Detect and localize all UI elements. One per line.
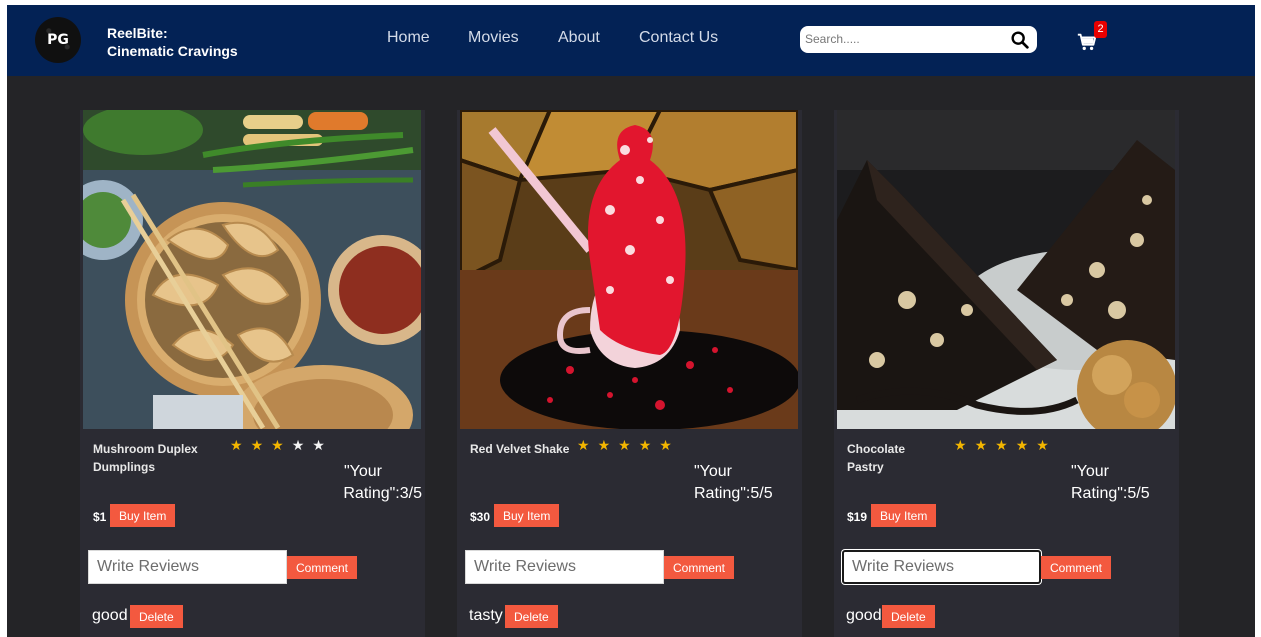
cart-count-badge: 2 (1094, 21, 1107, 38)
product-card: Mushroom Duplex Dumplings ★★★★★ "Your Ra… (80, 110, 425, 637)
star-icon-filled[interactable]: ★ (271, 438, 292, 454)
star-icon-filled[interactable]: ★ (577, 438, 598, 454)
search-icon[interactable] (1009, 29, 1031, 51)
star-icon-filled[interactable]: ★ (251, 438, 272, 454)
star-icon-empty[interactable]: ★ (312, 438, 333, 454)
star-icon-filled[interactable]: ★ (659, 438, 680, 454)
rating-line-2: Rating":5/5 (694, 485, 773, 502)
comment-button[interactable]: Comment (664, 556, 735, 579)
product-price: $30 (470, 510, 491, 524)
product-image-dumplings (83, 110, 421, 429)
star-rating[interactable]: ★★★★★ (577, 438, 680, 454)
product-price: $1 (93, 510, 107, 524)
brand-line-1: ReelBite: (107, 25, 168, 41)
product-name: Chocolate Pastry (847, 442, 906, 474)
delete-review-button[interactable]: Delete (882, 605, 935, 628)
review-input[interactable] (842, 550, 1041, 584)
star-icon-filled[interactable]: ★ (1036, 438, 1057, 454)
brand-line-2: Cinematic Cravings (107, 43, 238, 59)
rating-line-2: Rating":5/5 (1071, 485, 1150, 502)
cart-button[interactable]: 2 (1076, 21, 1112, 57)
star-icon-filled[interactable]: ★ (995, 438, 1016, 454)
comment-button[interactable]: Comment (287, 556, 358, 579)
star-icon-empty[interactable]: ★ (292, 438, 313, 454)
star-icon-filled[interactable]: ★ (230, 438, 251, 454)
star-rating[interactable]: ★★★★★ (230, 438, 333, 454)
review-input[interactable] (465, 550, 664, 584)
nav-movies[interactable]: Movies (468, 29, 519, 47)
your-rating: "Your Rating":5/5 (1034, 461, 1176, 505)
comment-button[interactable]: Comment (1041, 556, 1112, 579)
logo-text: PG (47, 32, 69, 48)
product-price: $19 (847, 510, 868, 524)
buy-item-button[interactable]: Buy Item (871, 504, 937, 527)
product-card: Red Velvet Shake ★★★★★ "Your Rating":5/5… (457, 110, 802, 637)
delete-review-button[interactable]: Delete (130, 605, 183, 628)
star-icon-filled[interactable]: ★ (618, 438, 639, 454)
product-image-shake (460, 110, 798, 429)
review-text: good (92, 607, 128, 624)
product-card: Chocolate Pastry ★★★★★ "Your Rating":5/5… (834, 110, 1179, 637)
search-box (800, 26, 1037, 53)
review-input[interactable] (88, 550, 287, 584)
product-image-pastry (837, 110, 1175, 429)
star-icon-filled[interactable]: ★ (954, 438, 975, 454)
star-icon-filled[interactable]: ★ (598, 438, 619, 454)
nav-about[interactable]: About (558, 29, 600, 47)
star-icon-filled[interactable]: ★ (639, 438, 660, 454)
nav-contact-us[interactable]: Contact Us (639, 29, 718, 47)
your-rating: "Your Rating":3/5 (280, 461, 422, 505)
review-text: tasty (469, 607, 503, 624)
star-rating[interactable]: ★★★★★ (954, 438, 1057, 454)
delete-review-button[interactable]: Delete (505, 605, 558, 628)
rating-line-1: "Your (694, 463, 733, 480)
product-name: Mushroom Duplex Dumplings (93, 442, 198, 474)
rating-line-1: "Your (1071, 463, 1110, 480)
page-frame: PG ReelBite: Cinematic Cravings Home Mov… (7, 5, 1255, 637)
star-icon-filled[interactable]: ★ (1016, 438, 1037, 454)
rating-line-1: "Your (344, 463, 383, 480)
buy-item-button[interactable]: Buy Item (494, 504, 560, 527)
nav-home[interactable]: Home (387, 29, 430, 47)
rating-line-2: Rating":3/5 (343, 485, 422, 502)
navbar: PG ReelBite: Cinematic Cravings Home Mov… (7, 5, 1255, 76)
review-text: good (846, 607, 882, 624)
buy-item-button[interactable]: Buy Item (110, 504, 176, 527)
search-input[interactable] (805, 29, 1005, 49)
star-icon-filled[interactable]: ★ (975, 438, 996, 454)
logo[interactable]: PG (35, 17, 81, 63)
brand-name: ReelBite: Cinematic Cravings (107, 24, 238, 60)
your-rating: "Your Rating":5/5 (657, 461, 799, 505)
